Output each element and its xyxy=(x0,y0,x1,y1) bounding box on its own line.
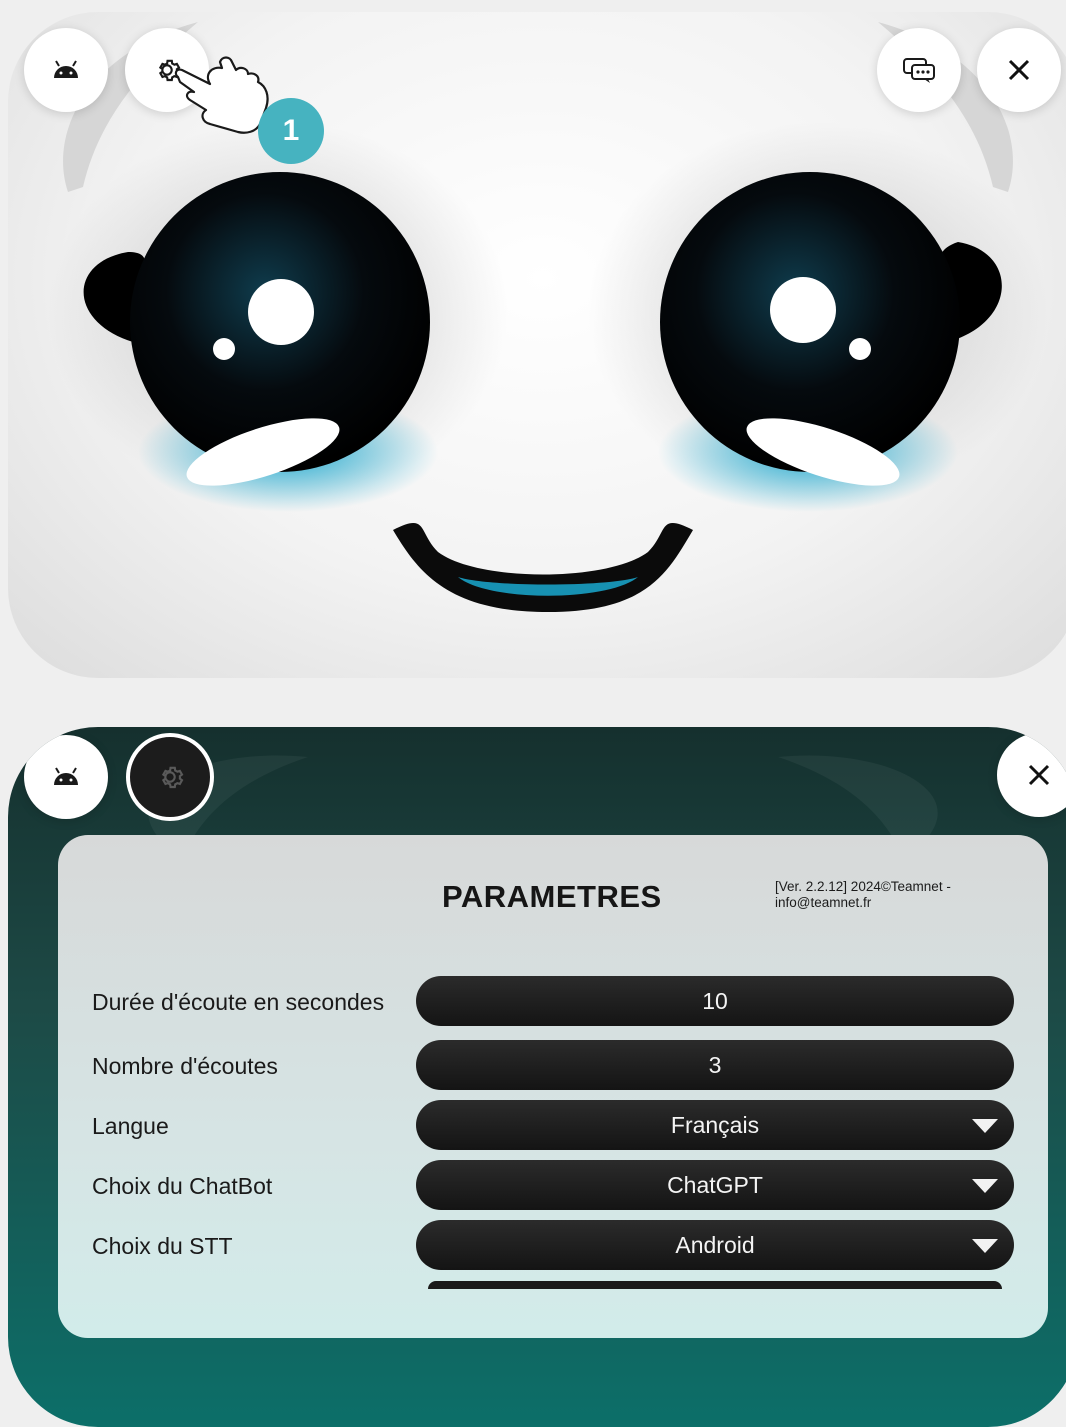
label-listen-duration: Durée d'écoute en secondes xyxy=(92,989,385,1015)
android-icon xyxy=(54,60,78,78)
android-button[interactable] xyxy=(24,28,108,112)
close-button[interactable] xyxy=(977,28,1061,112)
settings-button-active[interactable] xyxy=(126,733,214,821)
dropdown-caret-icon xyxy=(972,1119,998,1133)
label-language: Langue xyxy=(92,1113,169,1139)
android-button[interactable] xyxy=(24,735,108,819)
chatbot-select[interactable]: ChatGPT xyxy=(416,1160,1014,1210)
listen-count-value: 3 xyxy=(708,1051,722,1078)
close-icon xyxy=(1028,764,1050,786)
dropdown-caret-icon xyxy=(972,1239,998,1253)
dropdown-caret-icon xyxy=(972,1179,998,1193)
android-icon xyxy=(54,767,78,785)
chat-bubbles-icon xyxy=(903,58,935,83)
listen-duration-value: 10 xyxy=(702,987,728,1014)
robot-face-screen xyxy=(8,12,1066,678)
stt-select[interactable]: Android xyxy=(416,1220,1014,1270)
settings-screen: PARAMETRES [Ver. 2.2.12] 2024©Teamnet - … xyxy=(8,727,1066,1427)
listen-count-input[interactable]: 3 xyxy=(416,1040,1014,1090)
step-badge: 1 xyxy=(258,98,324,164)
stt-value: Android xyxy=(675,1231,755,1258)
close-icon xyxy=(1008,59,1030,81)
gear-icon xyxy=(161,766,184,789)
settings-panel: PARAMETRES [Ver. 2.2.12] 2024©Teamnet - … xyxy=(58,835,1048,1338)
label-chatbot: Choix du ChatBot xyxy=(92,1173,273,1199)
label-listen-count: Nombre d'écoutes xyxy=(92,1053,278,1079)
label-stt: Choix du STT xyxy=(92,1233,233,1259)
version-info: [Ver. 2.2.12] 2024©Teamnet - info@teamne… xyxy=(775,879,951,910)
chatbot-value: ChatGPT xyxy=(667,1171,763,1198)
language-select[interactable]: Français xyxy=(416,1100,1014,1150)
panel-title: PARAMETRES xyxy=(442,879,662,914)
listen-duration-input[interactable]: 10 xyxy=(416,976,1014,1026)
language-value: Français xyxy=(670,1111,760,1138)
next-field-partial[interactable] xyxy=(428,1281,1002,1289)
chat-button[interactable] xyxy=(877,28,961,112)
